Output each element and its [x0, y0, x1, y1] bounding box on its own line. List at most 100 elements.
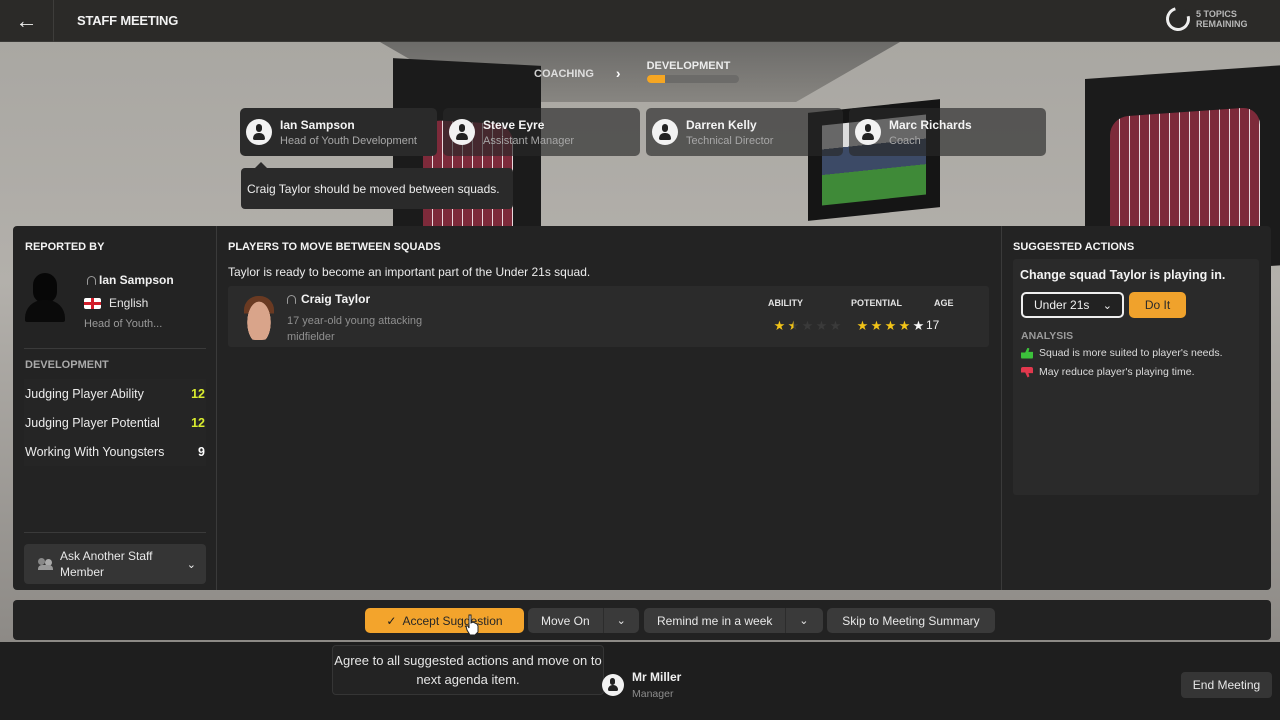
players-description: Taylor is ready to become an important p…	[228, 265, 591, 279]
ask-another-staff-label: Ask Another Staff Member	[60, 549, 153, 579]
reporter-role: Head of Youth...	[84, 318, 163, 330]
page-title: STAFF MEETING	[77, 13, 179, 28]
staff-role: Head of Youth Development	[280, 134, 417, 147]
accept-label: Accept Suggestion	[402, 613, 503, 628]
attribute-value: 12	[191, 386, 205, 401]
reporter-name-link[interactable]: Ian Sampson	[87, 273, 174, 287]
end-meeting-button[interactable]: End Meeting	[1181, 672, 1272, 698]
staff-avatar-icon	[652, 119, 678, 145]
star-icon: ★	[815, 318, 828, 333]
divider	[24, 348, 206, 349]
staff-avatar-icon	[449, 119, 475, 145]
remind-dropdown[interactable]: ⌄	[785, 608, 821, 633]
staff-card-marc-richards[interactable]: Marc Richards Coach	[849, 108, 1046, 156]
skip-to-summary-button[interactable]: Skip to Meeting Summary	[827, 608, 995, 633]
reporter-name: Ian Sampson	[99, 273, 174, 287]
ability-header: ABILITY	[768, 298, 803, 308]
analysis-text: May reduce player's playing time.	[1039, 366, 1195, 378]
ask-another-staff-button[interactable]: Ask Another Staff Member ⌄	[24, 544, 206, 584]
star-icon: ★	[801, 318, 814, 333]
analysis-text: Squad is more suited to player's needs.	[1039, 347, 1223, 359]
chevron-down-icon: ⌄	[616, 615, 626, 627]
people-icon	[38, 558, 54, 570]
attribute-value: 12	[191, 415, 205, 430]
chevron-down-icon: ⌄	[799, 615, 809, 627]
suggested-action-text: Change squad Taylor is playing in.	[1020, 268, 1226, 282]
thumbs-down-icon	[1021, 366, 1033, 378]
player-row[interactable]: Craig Taylor 17 year-old young attacking…	[228, 286, 989, 347]
staff-list: Ian Sampson Head of Youth Development Ste…	[240, 108, 1046, 156]
development-title: DEVELOPMENT	[25, 359, 109, 371]
england-flag-icon	[84, 297, 101, 309]
star-icon: ★	[829, 318, 842, 333]
staff-card-darren-kelly[interactable]: Darren Kelly Technical Director	[646, 108, 843, 156]
staff-card-steve-eyre[interactable]: Steve Eyre Assistant Manager	[443, 108, 640, 156]
attribute-row: Judging Player Ability 12	[24, 379, 206, 408]
attribute-value: 9	[198, 444, 205, 459]
manager-avatar-icon	[602, 674, 624, 696]
players-section-title: PLAYERS TO MOVE BETWEEN SQUADS	[228, 241, 441, 253]
attribute-label: Judging Player Potential	[25, 415, 160, 430]
player-description: 17 year-old young attacking midfielder	[287, 315, 423, 343]
staff-name: Steve Eyre	[483, 117, 545, 132]
stage-development[interactable]: DEVELOPMENT	[646, 60, 739, 83]
do-it-button[interactable]: Do It	[1129, 292, 1186, 318]
speech-bubble: Craig Taylor should be moved between squ…	[241, 162, 513, 209]
move-on-dropdown[interactable]: ⌄	[602, 608, 639, 633]
star-icon: ★	[898, 318, 911, 333]
player-name: Craig Taylor	[301, 292, 371, 306]
chevron-right-icon: ›	[615, 65, 621, 81]
agenda-stages: COACHING › DEVELOPMENT	[534, 60, 739, 83]
staff-avatar-icon	[855, 119, 881, 145]
star-icon: ★	[870, 318, 883, 333]
accept-tooltip: Agree to all suggested actions and move …	[332, 645, 604, 695]
development-progress-bar	[646, 75, 739, 83]
suggested-actions-column: SUGGESTED ACTIONS Change squad Taylor is…	[1002, 226, 1271, 590]
staff-role: Coach	[889, 134, 921, 147]
remind-button[interactable]: Remind me in a week	[644, 608, 785, 633]
attribute-label: Judging Player Ability	[25, 386, 144, 401]
squad-select-value: Under 21s	[1034, 298, 1090, 312]
reporter-nationality: English	[84, 296, 174, 310]
stage-development-label: DEVELOPMENT	[646, 60, 731, 72]
staff-role: Technical Director	[686, 134, 774, 147]
players-column: PLAYERS TO MOVE BETWEEN SQUADS Taylor is…	[217, 226, 1002, 590]
reported-by-column: REPORTED BY Ian Sampson English Head of …	[13, 226, 217, 590]
age-header: AGE	[934, 298, 954, 308]
suggested-actions-title: SUGGESTED ACTIONS	[1013, 241, 1135, 253]
person-icon	[87, 275, 96, 285]
back-button[interactable]: ←	[0, 0, 54, 42]
star-icon: ★	[912, 318, 925, 333]
potential-stars: ★ ★ ★ ★ ★	[856, 319, 925, 332]
star-icon: ★	[856, 318, 869, 333]
remind-button-group: Remind me in a week ⌄	[644, 608, 823, 633]
star-icon: ★	[787, 318, 800, 333]
top-bar: ← STAFF MEETING 5 TOPICS REMAINING	[0, 0, 1280, 42]
reported-by-title: REPORTED BY	[25, 241, 105, 253]
player-name-link[interactable]: Craig Taylor	[287, 292, 370, 306]
staff-name: Marc Richards	[889, 117, 972, 132]
accept-suggestion-button[interactable]: ✓ Accept Suggestion	[365, 608, 524, 633]
manager-name: Mr Miller	[632, 670, 682, 684]
chevron-down-icon: ⌄	[186, 558, 196, 571]
hand-cursor-icon	[465, 614, 479, 636]
staff-avatar-icon	[246, 119, 272, 145]
star-icon: ★	[773, 318, 786, 333]
player-age: 17	[926, 318, 940, 332]
analysis-negative: May reduce player's playing time.	[1021, 366, 1195, 378]
staff-name: Darren Kelly	[686, 117, 757, 132]
chevron-down-icon: ⌄	[1102, 299, 1112, 312]
squad-select[interactable]: Under 21s ⌄	[1021, 292, 1124, 318]
nationality-text: English	[109, 296, 149, 310]
topics-remaining-text: 5 TOPICS REMAINING	[1196, 9, 1248, 29]
stage-coaching[interactable]: COACHING	[534, 68, 594, 80]
attribute-row: Judging Player Potential 12	[24, 408, 206, 437]
staff-card-ian-sampson[interactable]: Ian Sampson Head of Youth Development	[240, 108, 437, 156]
star-icon: ★	[884, 318, 897, 333]
action-bar: ✓ Accept Suggestion Move On ⌄ Remind me i…	[13, 600, 1271, 640]
move-on-button[interactable]: Move On	[528, 608, 603, 633]
progress-fill	[646, 75, 665, 83]
suggested-action-card: Change squad Taylor is playing in. Under…	[1013, 259, 1259, 495]
divider	[24, 532, 206, 533]
move-on-button-group: Move On ⌄	[528, 608, 639, 633]
